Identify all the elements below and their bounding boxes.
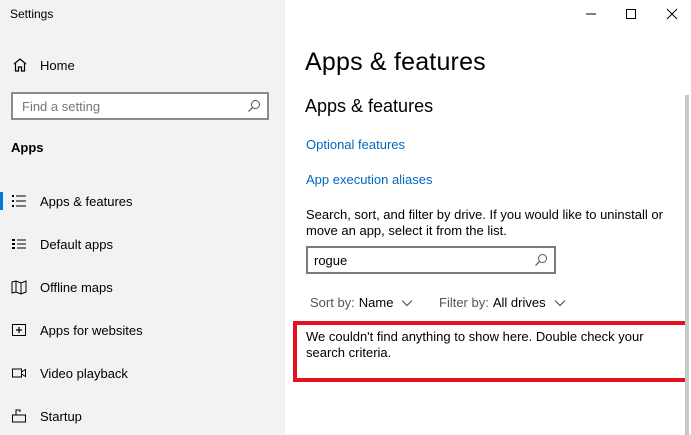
sort-dropdown[interactable]: Sort by: Name xyxy=(310,295,413,310)
maximize-icon[interactable] xyxy=(621,4,641,24)
scrollbar[interactable] xyxy=(685,95,689,435)
sidebar-item-label: Offline maps xyxy=(40,279,113,295)
chevron-down-icon xyxy=(402,299,413,306)
home-nav-item[interactable]: Home xyxy=(11,55,75,75)
map-icon xyxy=(11,280,27,295)
sidebar-item-label: Apps for websites xyxy=(40,322,143,338)
settings-search-input[interactable] xyxy=(22,98,237,114)
open-in-icon xyxy=(12,324,26,336)
sidebar-item-label: Default apps xyxy=(40,236,113,252)
sidebar: Settings Home Apps Apps & features Defau… xyxy=(0,0,285,435)
sidebar-item-label: Apps & features xyxy=(40,193,133,209)
close-icon[interactable] xyxy=(662,4,682,24)
empty-results-message: We couldn't find anything to show here. … xyxy=(306,329,644,360)
sidebar-item-label: Video playback xyxy=(40,365,128,381)
optional-features-link[interactable]: Optional features xyxy=(306,137,405,152)
filter-dropdown[interactable]: Filter by: All drives xyxy=(439,295,566,310)
sidebar-item-startup[interactable]: Startup xyxy=(0,399,285,433)
sidebar-item-label: Startup xyxy=(40,408,82,424)
empty-results-highlight: We couldn't find anything to show here. … xyxy=(293,321,689,382)
search-icon[interactable] xyxy=(247,99,261,113)
sidebar-section-title: Apps xyxy=(11,140,44,155)
section-title: Apps & features xyxy=(305,96,434,116)
home-label: Home xyxy=(40,57,75,73)
settings-search-box[interactable] xyxy=(11,92,269,120)
filter-value: All drives xyxy=(492,295,546,310)
app-list-search-box[interactable] xyxy=(306,246,556,274)
description-text: Search, sort, and filter by drive. If yo… xyxy=(306,207,663,238)
minimize-icon[interactable] xyxy=(581,4,601,24)
video-icon xyxy=(12,368,26,378)
startup-icon xyxy=(12,409,26,423)
page-title: Apps & features xyxy=(305,48,486,76)
list-icon xyxy=(12,195,26,207)
filter-label: Filter by: xyxy=(439,295,489,310)
home-icon xyxy=(13,58,27,72)
sidebar-item-default-apps[interactable]: Default apps xyxy=(0,227,285,261)
sort-label: Sort by: xyxy=(310,295,355,310)
app-execution-aliases-link[interactable]: App execution aliases xyxy=(306,172,432,187)
sidebar-item-apps-for-websites[interactable]: Apps for websites xyxy=(0,313,285,347)
app-list-search-input[interactable] xyxy=(314,252,524,268)
search-icon[interactable] xyxy=(534,253,548,267)
sort-value: Name xyxy=(358,295,394,310)
window-title: Settings xyxy=(10,7,54,21)
sidebar-item-offline-maps[interactable]: Offline maps xyxy=(0,270,285,304)
sidebar-item-video-playback[interactable]: Video playback xyxy=(0,356,285,390)
default-apps-icon xyxy=(12,239,26,249)
sidebar-item-apps-features[interactable]: Apps & features xyxy=(0,184,285,218)
chevron-down-icon xyxy=(554,299,566,306)
